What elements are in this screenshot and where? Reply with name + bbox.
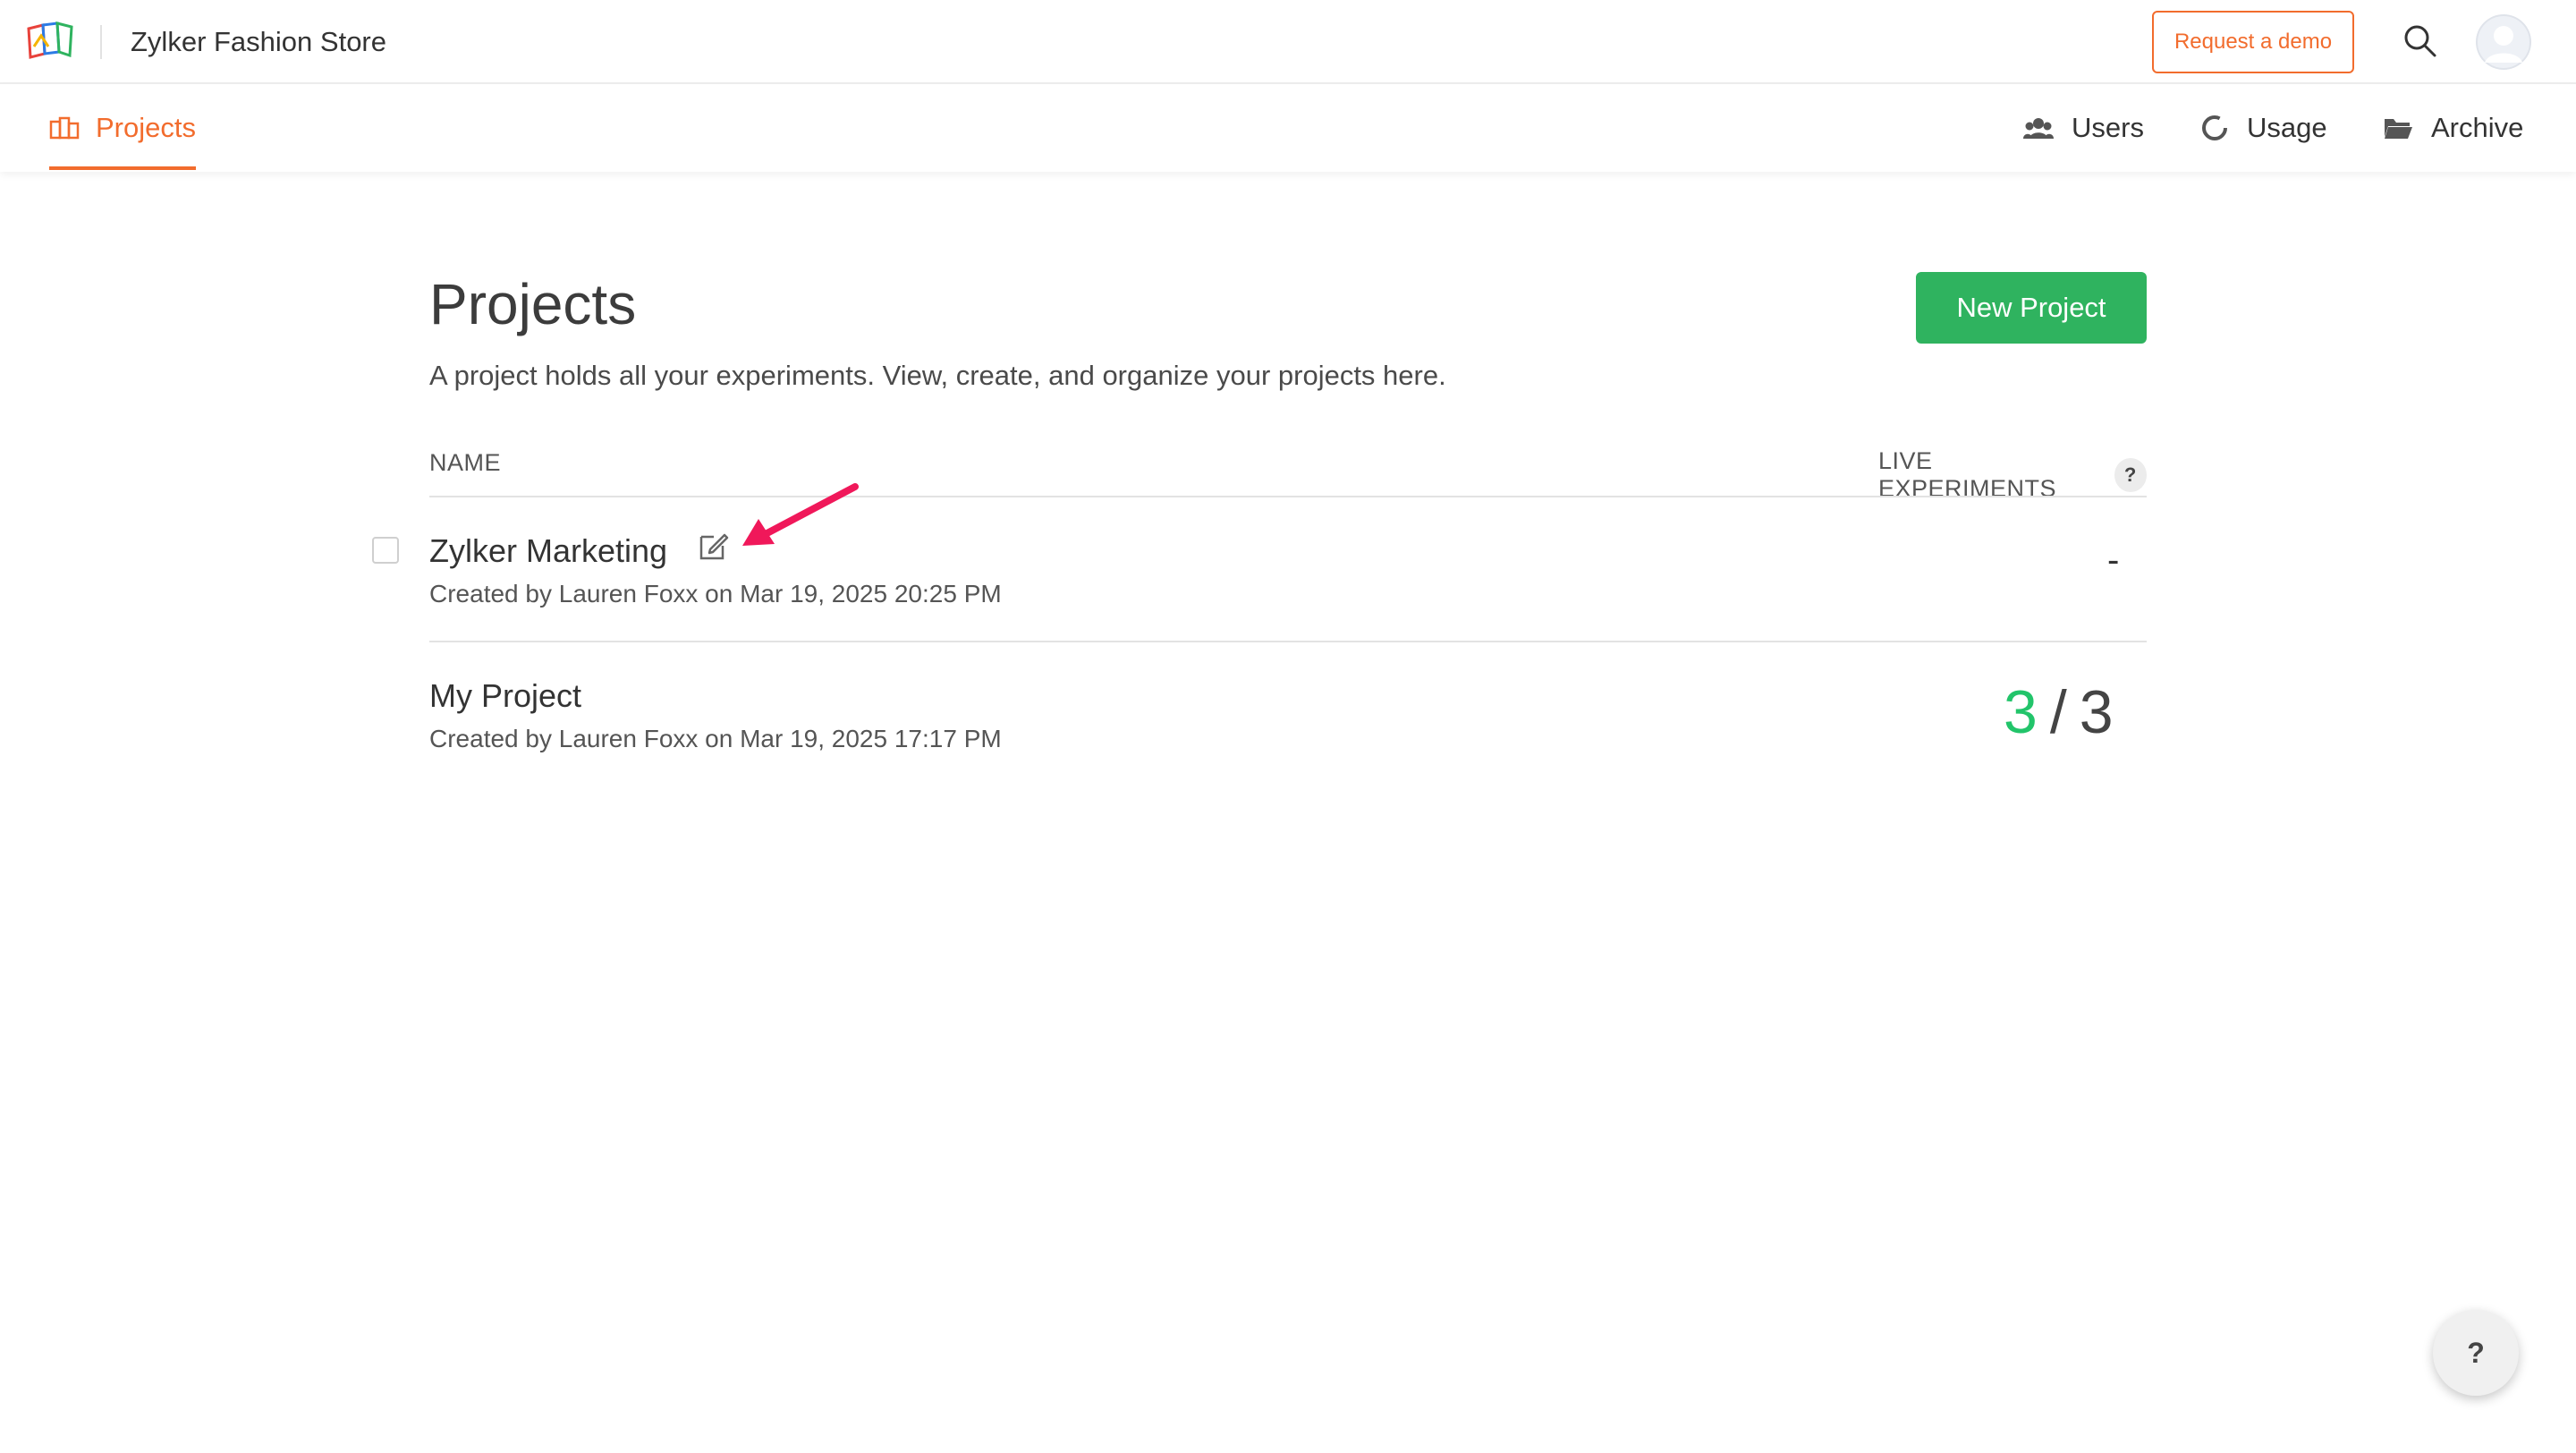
tab-projects-label: Projects (96, 112, 196, 143)
project-meta: Created by Lauren Foxx on Mar 19, 2025 2… (429, 580, 1002, 608)
nav-archive[interactable]: Archive (2383, 84, 2523, 172)
top-bar: Zylker Fashion Store Request a demo (0, 0, 2576, 84)
active-tab-underline (49, 166, 196, 170)
project-row-checkbox[interactable] (372, 537, 399, 564)
project-name[interactable]: My Project (429, 676, 581, 716)
column-header-live-label: LIVE EXPERIMENTS (1878, 447, 2057, 502)
request-demo-button[interactable]: Request a demo (2152, 11, 2354, 73)
live-total-count: 3 (2079, 678, 2114, 746)
nav-users-label: Users (2072, 112, 2144, 143)
header-divider (429, 496, 2147, 497)
project-meta: Created by Lauren Foxx on Mar 19, 2025 1… (429, 725, 1002, 752)
tab-projects[interactable]: Projects (49, 84, 196, 172)
projects-icon (49, 116, 80, 140)
project-live-experiments: 3/3 (2004, 676, 2114, 748)
edit-icon[interactable] (698, 530, 730, 562)
live-separator: / (2049, 678, 2067, 746)
nav-usage-label: Usage (2247, 112, 2327, 143)
live-running-count: 3 (2004, 678, 2038, 746)
brand-divider (100, 25, 102, 59)
users-icon (2023, 118, 2054, 139)
live-experiments-help-icon[interactable]: ? (2114, 458, 2147, 492)
usage-icon (2202, 115, 2227, 140)
user-avatar-icon (2476, 14, 2531, 70)
project-name[interactable]: Zylker Marketing (429, 531, 667, 571)
zylker-logo-icon[interactable] (25, 20, 75, 61)
nav-bar: Projects Users Usage Archive (0, 84, 2576, 172)
column-header-live-experiments: LIVE EXPERIMENTS ? (1878, 447, 2147, 503)
floating-help-button[interactable]: ? (2433, 1310, 2519, 1396)
nav-archive-label: Archive (2431, 112, 2524, 143)
page-title: Projects (429, 272, 637, 336)
brand-name[interactable]: Zylker Fashion Store (131, 25, 386, 59)
annotation-arrow-icon (742, 483, 859, 546)
nav-usage[interactable]: Usage (2200, 84, 2327, 172)
new-project-button[interactable]: New Project (1916, 272, 2147, 344)
search-icon[interactable] (2402, 23, 2438, 59)
project-live-experiments: - (2107, 540, 2120, 580)
user-avatar[interactable] (2476, 14, 2531, 70)
row-divider (429, 641, 2147, 642)
nav-users[interactable]: Users (2023, 84, 2144, 172)
folder-icon (2385, 119, 2412, 139)
page-description: A project holds all your experiments. Vi… (429, 360, 1446, 391)
column-header-name: NAME (429, 449, 502, 476)
